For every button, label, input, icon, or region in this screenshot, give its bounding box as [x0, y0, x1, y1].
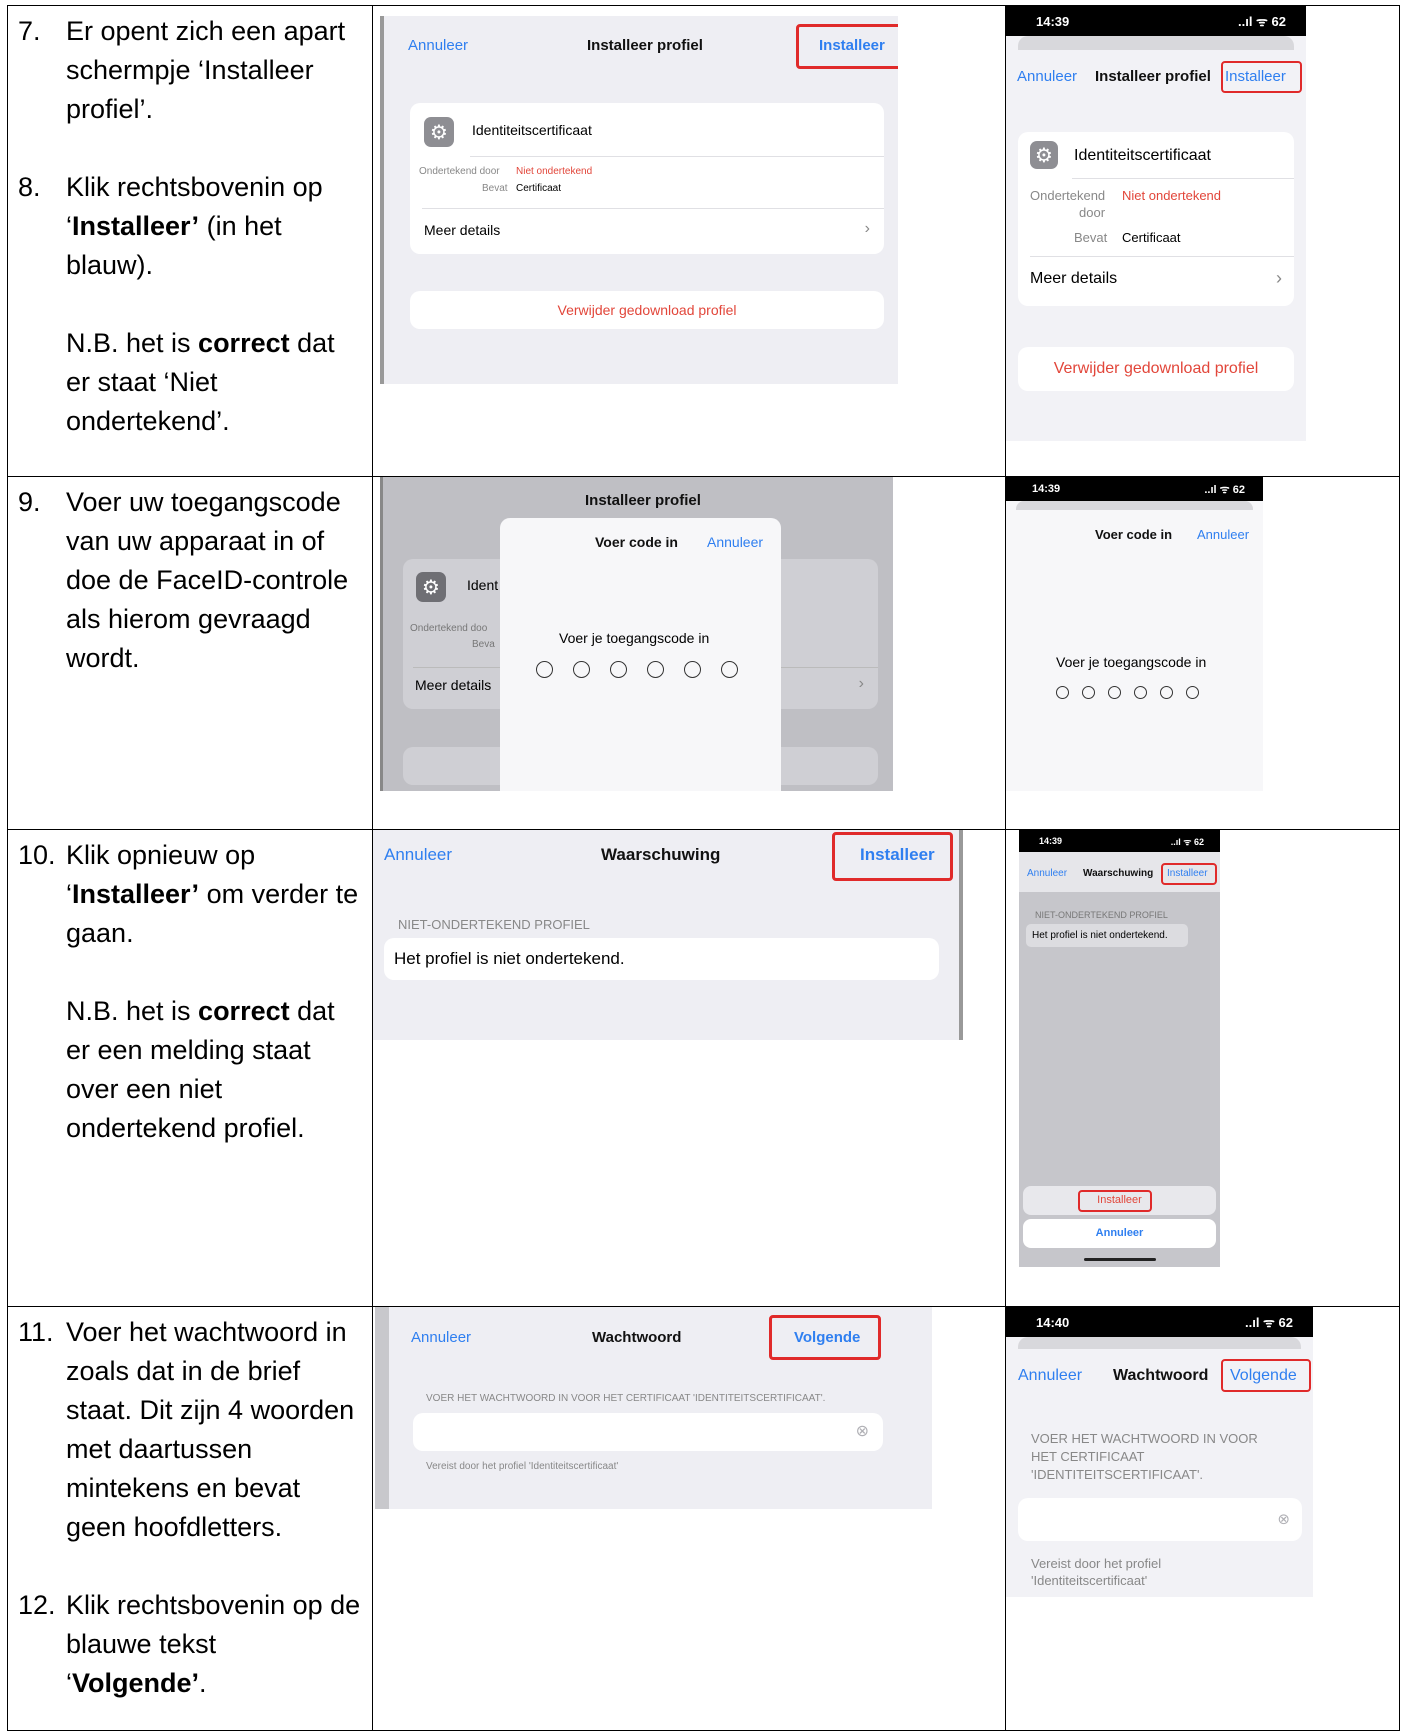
row-step-7-8: 7. Er opent zich een apart schermpje ‘In…	[7, 5, 1400, 477]
more-details-row[interactable]: Meer details	[424, 222, 500, 238]
step-7: 7. Er opent zich een apart schermpje ‘In…	[18, 16, 346, 124]
more-details-row[interactable]: Meer details	[1030, 270, 1117, 288]
cancel-button[interactable]: Annuleer	[384, 845, 452, 865]
instruction-table: 7. Er opent zich een apart schermpje ‘In…	[7, 5, 1400, 1731]
instructions-cell: 11. Voer het wachtwoord in zoals dat in …	[7, 1306, 373, 1731]
iphone-screenshot-cell: 14:39 ..ıl ᯤ 62 Voer code in Annuleer Voe…	[1005, 476, 1400, 830]
ipad-install-profile-screen: Annuleer Installeer profiel Installeer ⚙…	[380, 16, 898, 384]
profile-card: ⚙ Identiteitscertificaat Ondertekend doo…	[410, 103, 884, 254]
status-bar: 14:39 ..ıl ᯤ 62	[1006, 6, 1306, 36]
signal-wifi-battery-icon: ..ıl ᯤ 62	[1245, 1315, 1293, 1330]
iphone-screenshot-cell: 14:39 ..ıl ᯤ 62 Annuleer Waarschuwing Ins…	[1005, 829, 1400, 1307]
step-9: 9. Voer uw toegangscode van uw apparaat …	[18, 487, 349, 673]
cancel-button[interactable]: Annuleer	[1018, 1367, 1082, 1385]
cancel-button[interactable]: Annuleer	[408, 37, 468, 54]
row-step-11-12: 11. Voer het wachtwoord in zoals dat in …	[7, 1306, 1400, 1731]
ipad-screenshot-cell: Installeer profiel ⚙ Ident Ondertekend d…	[372, 476, 1006, 830]
iphone-screenshot-cell: 14:39 ..ıl ᯤ 62 Annuleer Installeer profi…	[1005, 5, 1400, 477]
screen-title: Installeer profiel	[587, 37, 703, 54]
remove-profile-button[interactable]: Verwijder gedownload profiel	[410, 291, 884, 329]
status-bar: 14:39 ..ıl ᯤ 62	[1006, 477, 1263, 501]
ipad-password-screen: Annuleer Wachtwoord Volgende VOER HET WA…	[375, 1307, 932, 1509]
iphone-screenshot-cell: 14:40 ..ıl ᯤ 62 Annuleer Wachtwoord Volge…	[1005, 1306, 1400, 1731]
cancel-button[interactable]: Annuleer	[411, 1329, 471, 1346]
iphone-password-screen: 14:40 ..ıl ᯤ 62 Annuleer Wachtwoord Volge…	[1006, 1307, 1313, 1597]
screen-title: Wachtwoord	[1113, 1367, 1209, 1384]
status-bar: 14:40 ..ıl ᯤ 62	[1006, 1307, 1313, 1337]
iphone-install-profile-screen: 14:39 ..ıl ᯤ 62 Annuleer Installeer profi…	[1006, 6, 1306, 441]
ipad-screenshot-cell: Annuleer Waarschuwing Installeer NIET-ON…	[372, 829, 1006, 1307]
highlight-box	[1161, 863, 1217, 885]
instructions-cell: 7. Er opent zich een apart schermpje ‘In…	[7, 5, 373, 477]
highlight-box	[1078, 1190, 1152, 1212]
ipad-warning-screen: Annuleer Waarschuwing Installeer NIET-ON…	[373, 830, 963, 1040]
profile-card: ⚙ Identiteitscertificaat Ondertekend doo…	[1018, 132, 1294, 306]
status-bar: 14:39 ..ıl ᯤ 62	[1019, 830, 1220, 852]
settings-gear-icon: ⚙	[416, 572, 446, 602]
passcode-dialog: Voer code in Annuleer Voer je toegangsco…	[500, 518, 781, 791]
row-step-9: 9. Voer uw toegangscode van uw apparaat …	[7, 476, 1400, 830]
signal-wifi-battery-icon: ..ıl ᯤ 62	[1238, 14, 1286, 29]
clear-icon[interactable]: ⊗	[1277, 1510, 1290, 1528]
highlight-box	[832, 832, 953, 881]
iphone-warning-screen: 14:39 ..ıl ᯤ 62 Annuleer Waarschuwing Ins…	[1019, 830, 1220, 1267]
note: N.B. het is correct dat er staat ‘Niet o…	[66, 328, 335, 436]
cancel-button[interactable]: Annuleer	[1027, 868, 1067, 879]
note: N.B. het is correct dat er een melding s…	[66, 996, 335, 1143]
highlight-box	[1221, 1359, 1311, 1392]
row-step-10: 10. Klik opnieuw op ‘Installeer’ om verd…	[7, 829, 1400, 1307]
remove-profile-button[interactable]: Verwijder gedownload profiel	[1018, 347, 1294, 391]
screen-title: Installeer profiel	[1095, 68, 1211, 85]
chevron-right-icon: ›	[1276, 268, 1282, 288]
cancel-button[interactable]: Annuleer	[1197, 527, 1249, 542]
instructions-cell: 10. Klik opnieuw op ‘Installeer’ om verd…	[7, 829, 373, 1307]
cancel-button[interactable]: Annuleer	[1017, 68, 1077, 85]
settings-gear-icon: ⚙	[424, 117, 454, 147]
password-input[interactable]: ⊗	[1018, 1498, 1302, 1541]
step-12: 12. Klik rechtsbovenin op de blauwe teks…	[18, 1590, 361, 1698]
screen-title: Waarschuwing	[1083, 868, 1154, 879]
chevron-right-icon: ›	[864, 220, 870, 237]
iphone-passcode-screen: 14:39 ..ıl ᯤ 62 Voer code in Annuleer Voe…	[1006, 477, 1263, 791]
cancel-sheet-button[interactable]: Annuleer	[1023, 1219, 1216, 1248]
passcode-dots[interactable]	[536, 661, 738, 678]
highlight-box	[1221, 61, 1302, 93]
highlight-box	[769, 1315, 881, 1360]
step-11: 11. Voer het wachtwoord in zoals dat in …	[18, 1317, 355, 1542]
screen-title: Wachtwoord	[592, 1329, 682, 1346]
highlight-box	[796, 24, 898, 69]
ipad-passcode-screen: Installeer profiel ⚙ Ident Ondertekend d…	[380, 477, 893, 791]
home-indicator	[1084, 1258, 1156, 1261]
password-input[interactable]: ⊗	[413, 1413, 883, 1451]
signal-wifi-battery-icon: ..ıl ᯤ 62	[1170, 836, 1204, 847]
ipad-screenshot-cell: Annuleer Wachtwoord Volgende VOER HET WA…	[372, 1306, 1006, 1731]
ipad-screenshot-cell: Annuleer Installeer profiel Installeer ⚙…	[372, 5, 1006, 477]
instructions-cell: 9. Voer uw toegangscode van uw apparaat …	[7, 476, 373, 830]
screen-title: Waarschuwing	[601, 845, 721, 864]
step-8: 8. Klik rechtsbovenin op ‘Installeer’ (i…	[18, 172, 323, 280]
passcode-dots[interactable]	[1056, 686, 1199, 699]
chevron-right-icon: ›	[858, 675, 864, 692]
step-10: 10. Klik opnieuw op ‘Installeer’ om verd…	[18, 840, 359, 948]
settings-gear-icon: ⚙	[1030, 141, 1058, 169]
signal-wifi-battery-icon: ..ıl ᯤ 62	[1204, 483, 1245, 496]
clear-icon[interactable]: ⊗	[856, 1421, 869, 1441]
cancel-button[interactable]: Annuleer	[707, 534, 763, 550]
